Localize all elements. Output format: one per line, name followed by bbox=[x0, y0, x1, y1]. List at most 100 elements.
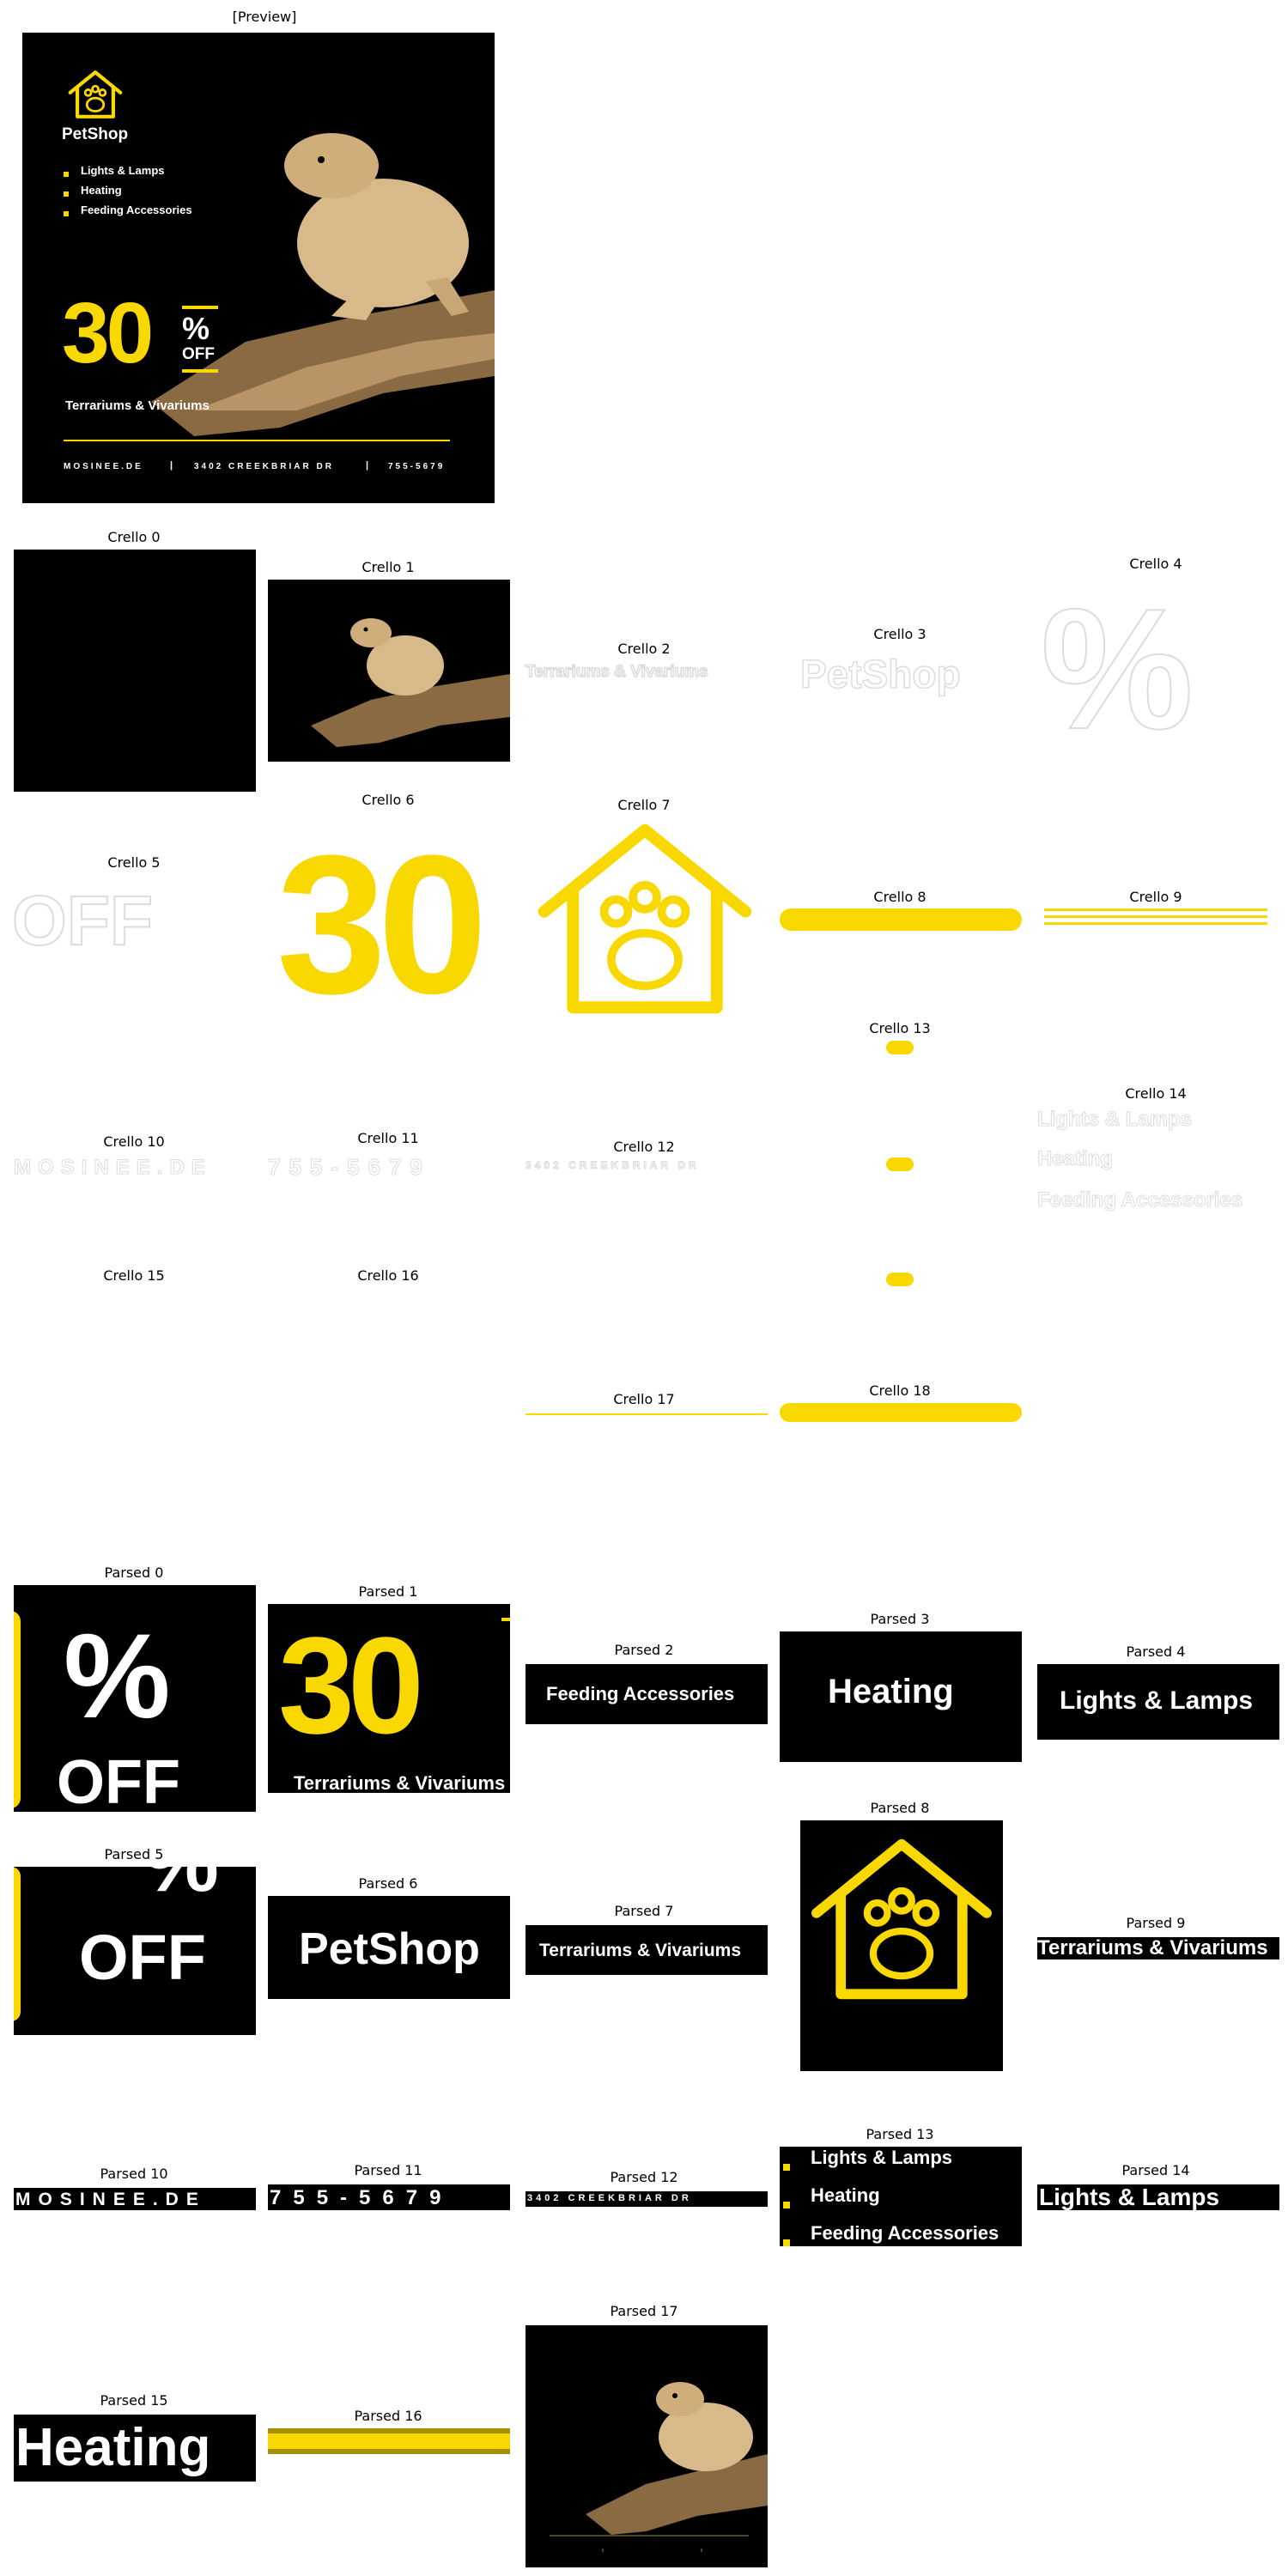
parsed-crop-3: Heating bbox=[780, 1631, 1022, 1762]
parsed-1-number: 30 bbox=[278, 1608, 424, 1762]
parsed-caption-2: Parsed 2 bbox=[614, 1642, 674, 1658]
parsed-caption-9: Parsed 9 bbox=[1126, 1915, 1186, 1931]
crello-layer-18 bbox=[780, 1403, 1022, 1422]
parsed-crop-11: 755-5679 bbox=[268, 2184, 510, 2210]
crello-caption-18: Crello 18 bbox=[869, 1382, 931, 1399]
crello-layer-5: OFF bbox=[11, 881, 154, 961]
parsed-0-off: OFF bbox=[57, 1748, 180, 1812]
parsed-1-bar bbox=[501, 1618, 510, 1621]
crello-caption-3: Crello 3 bbox=[873, 626, 927, 642]
crello-layer-4: % bbox=[1040, 574, 1194, 765]
preview-caption: [Preview] bbox=[232, 9, 297, 25]
parsed-crop-17 bbox=[526, 2325, 768, 2567]
parsed-9-text: Terrariums & Vivariums bbox=[1037, 1937, 1268, 1959]
crello-layer-10: MOSINEE.DE bbox=[14, 1156, 212, 1180]
crello-caption-6: Crello 6 bbox=[361, 792, 415, 808]
parsed-15-text: Heating bbox=[15, 2418, 211, 2477]
parsed-crop-15: Heating bbox=[14, 2415, 256, 2482]
parsed-13-bullet-1 bbox=[783, 2164, 790, 2171]
preview-poster: PetShop Lights & Lamps Heating Feeding A… bbox=[22, 33, 495, 503]
parsed-crop-5: % OFF bbox=[14, 1867, 256, 2035]
parsed-14-text: Lights & Lamps bbox=[1039, 2184, 1220, 2210]
parsed-5-percent: % bbox=[143, 1867, 219, 1905]
subtitle: Terrariums & Vivariums bbox=[65, 398, 210, 413]
parsed-crop-6: PetShop bbox=[268, 1896, 510, 1999]
parsed-10-text: MOSINEE.DE bbox=[15, 2190, 206, 2209]
parsed-caption-10: Parsed 10 bbox=[100, 2166, 168, 2182]
feature-2: Heating bbox=[81, 184, 122, 197]
footer-address: 3402 CREEKBRIAR DR bbox=[194, 462, 334, 471]
parsed-crop-12: 3402 CREEKBRIAR DR bbox=[526, 2191, 768, 2207]
parsed-caption-1: Parsed 1 bbox=[358, 1583, 418, 1600]
parsed-12-text: 3402 CREEKBRIAR DR bbox=[527, 2193, 692, 2203]
crello-caption-15: Crello 15 bbox=[103, 1267, 165, 1284]
parsed-crop-9: Terrariums & Vivariums bbox=[1037, 1937, 1279, 1959]
crello-layer-13-bullet-1 bbox=[886, 1041, 914, 1054]
parsed-caption-3: Parsed 3 bbox=[870, 1611, 930, 1627]
footer-sep-2: | bbox=[366, 460, 369, 471]
crello-layer-9-line-2 bbox=[1044, 915, 1267, 918]
parsed-13-line-3: Feeding Accessories bbox=[811, 2222, 999, 2244]
parsed-crop-1: 30 Terrariums & Vivariums bbox=[268, 1604, 510, 1793]
parsed-6-text: PetShop bbox=[299, 1924, 480, 1974]
parsed-caption-13: Parsed 13 bbox=[866, 2126, 934, 2142]
percent-bar-top bbox=[182, 306, 218, 309]
crello-layer-8 bbox=[780, 908, 1022, 931]
divider-line bbox=[64, 440, 450, 441]
parsed-0-ring bbox=[14, 1611, 21, 1808]
bullet-1 bbox=[64, 172, 69, 177]
parsed-13-bullet-2 bbox=[783, 2202, 790, 2208]
parsed-caption-4: Parsed 4 bbox=[1126, 1643, 1186, 1660]
crello-layer-14-line-2: Heating bbox=[1036, 1147, 1114, 1171]
parsed-crop-0: % OFF bbox=[14, 1585, 256, 1812]
parsed-5-off: OFF bbox=[79, 1922, 206, 1993]
feature-1: Lights & Lamps bbox=[81, 164, 165, 177]
parsed-caption-6: Parsed 6 bbox=[358, 1875, 418, 1892]
parsed-0-percent: % bbox=[64, 1608, 171, 1743]
crello-layer-13-bullet-3 bbox=[886, 1273, 914, 1286]
parsed-crop-14: Lights & Lamps bbox=[1037, 2184, 1279, 2210]
crello-caption-0: Crello 0 bbox=[107, 529, 161, 545]
parsed-crop-7: Terrariums & Vivariums bbox=[526, 1925, 768, 1975]
brand-name: PetShop bbox=[62, 125, 129, 143]
discount-off: OFF bbox=[182, 345, 215, 363]
parsed-crop-10: MOSINEE.DE bbox=[14, 2188, 256, 2210]
crello-layer-12: 3402 CREEKBRIAR DR bbox=[526, 1159, 700, 1172]
parsed-17-lizard-photo bbox=[550, 2382, 768, 2552]
percent-bar-bottom bbox=[182, 369, 218, 373]
parsed-1-subtitle: Terrariums & Vivariums bbox=[294, 1772, 506, 1793]
footer-phone: 755-5679 bbox=[388, 462, 446, 471]
crello-caption-10: Crello 10 bbox=[103, 1133, 165, 1150]
crello-layer-2: Terrariums & Vivariums bbox=[525, 662, 708, 682]
parsed-13-bullet-3 bbox=[783, 2239, 790, 2246]
crello-layer-13-bullet-2 bbox=[886, 1157, 914, 1171]
parsed-3-text: Heating bbox=[828, 1673, 954, 1710]
parsed-13-line-1: Lights & Lamps bbox=[811, 2147, 953, 2168]
parsed-caption-0: Parsed 0 bbox=[104, 1564, 164, 1581]
crello-layer-17 bbox=[526, 1413, 768, 1415]
crello-layer-14-line-3: Feeding Accessories bbox=[1036, 1188, 1243, 1212]
crello-caption-9: Crello 9 bbox=[1129, 889, 1182, 905]
parsed-7-text: Terrariums & Vivariums bbox=[539, 1941, 741, 1960]
crello-caption-7: Crello 7 bbox=[617, 797, 671, 813]
lizard-photo-small bbox=[311, 618, 510, 747]
parsed-13-line-2: Heating bbox=[811, 2184, 880, 2206]
parsed-5-ring bbox=[14, 1867, 21, 2021]
parsed-crop-16 bbox=[268, 2428, 510, 2454]
crello-caption-8: Crello 8 bbox=[873, 889, 927, 905]
parsed-caption-5: Parsed 5 bbox=[104, 1846, 164, 1862]
crello-caption-11: Crello 11 bbox=[357, 1130, 419, 1146]
crello-layer-7-paw-house-icon bbox=[538, 823, 752, 1014]
parsed-caption-8: Parsed 8 bbox=[870, 1800, 930, 1816]
parsed-caption-17: Parsed 17 bbox=[610, 2303, 678, 2319]
crello-caption-14: Crello 14 bbox=[1125, 1085, 1187, 1102]
crello-layer-9-line-3 bbox=[1044, 922, 1267, 925]
parsed-8-paw-house-icon bbox=[811, 1838, 993, 2000]
crello-caption-17: Crello 17 bbox=[613, 1391, 675, 1407]
parsed-caption-12: Parsed 12 bbox=[610, 2169, 678, 2185]
paw-house-icon bbox=[68, 70, 123, 118]
parsed-caption-14: Parsed 14 bbox=[1121, 2162, 1190, 2178]
crello-caption-5: Crello 5 bbox=[107, 854, 161, 871]
parsed-crop-4: Lights & Lamps bbox=[1037, 1664, 1279, 1740]
bullet-3 bbox=[64, 211, 69, 216]
